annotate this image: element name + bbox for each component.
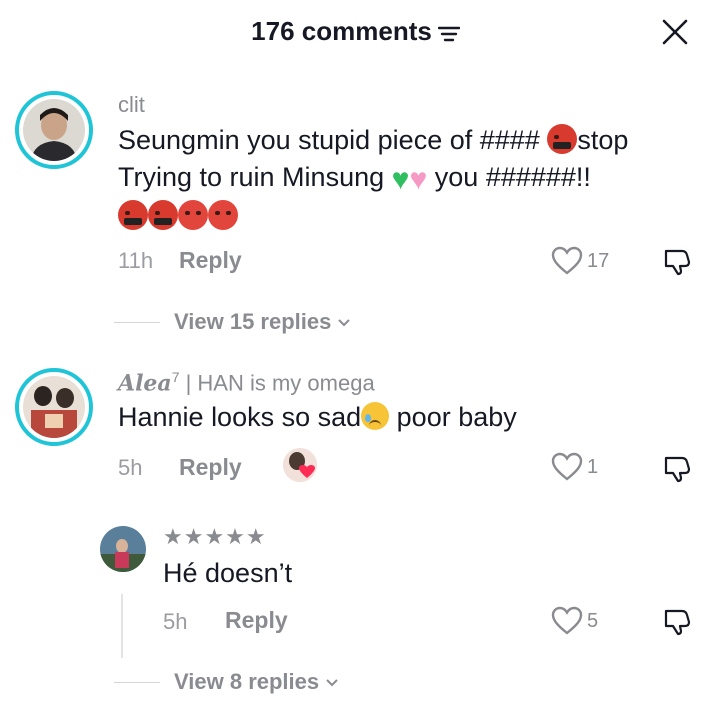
like-button[interactable]: 1 [551,452,598,482]
view-replies-divider [114,321,160,323]
angry-symbols-emoji-icon [547,124,578,154]
avatar[interactable] [15,91,93,169]
comments-sheet: 176 comments clit Seungmin you stupid pi… [0,0,711,711]
angry-symbols-emoji-icon [118,200,148,230]
close-icon[interactable] [660,17,690,47]
angry-symbols-emoji-icon [148,200,178,230]
angry-face-emoji-icon [178,200,208,230]
comment-text-part: Hannie looks so sad [118,402,362,432]
comment-time: 11h [118,248,154,273]
comment-text-part: Trying to ruin Minsung [118,162,385,192]
comment-username[interactable]: clit [118,92,145,118]
sad-tear-emoji-icon [361,402,390,430]
view-replies-divider [114,681,160,683]
view-replies-button[interactable]: View 15 replies [114,309,351,335]
comment-text-part: you ######!! [434,162,591,192]
heart-outline-icon [551,452,583,481]
creator-liked-badge-icon [283,448,317,482]
comment-text-part: stop [577,125,629,155]
chevron-down-icon [326,679,338,687]
avatar-image [23,99,85,161]
comment-text: Hannie looks so sad poor baby [118,399,517,436]
dislike-icon[interactable] [662,247,692,277]
chevron-down-icon [338,319,351,327]
avatar[interactable] [100,526,146,572]
green-heart-icon: ♥ [391,163,410,196]
header-title-group: 176 comments [0,16,711,47]
view-replies-label: View 15 replies [174,309,332,334]
avatar-image [23,376,85,438]
pink-heart-icon: ♥ [409,163,428,196]
like-count: 17 [587,249,610,272]
filter-icon[interactable] [437,24,460,44]
dislike-icon[interactable] [662,607,692,637]
comment-text: Seungmin you stupid piece of #### stop T… [118,122,708,235]
comment-username[interactable]: ★★★★★ [163,524,267,550]
reply-button[interactable]: Reply [179,247,242,274]
username-styled: Alea [118,370,172,397]
view-replies-button[interactable]: View 8 replies [114,669,339,695]
like-button[interactable]: 17 [551,246,609,276]
like-count: 1 [587,455,599,478]
dislike-icon[interactable] [662,454,692,484]
comment-username[interactable]: Alea7 | HAN is my omega [118,369,375,396]
comment-text-part: Seungmin you stupid piece of #### [118,125,540,155]
username-rest: | HAN is my omega [179,370,375,396]
thread-line [121,594,123,658]
comment-text-part: poor baby [389,402,517,432]
avatar[interactable] [15,368,93,446]
like-count: 5 [587,609,599,632]
comment-time: 5h [118,455,143,480]
comment-time: 5h [163,609,188,634]
like-button[interactable]: 5 [551,606,598,636]
heart-outline-icon [551,606,583,635]
comments-count-title: 176 comments [251,16,432,46]
reply-button[interactable]: Reply [225,607,288,634]
angry-face-emoji-icon [208,200,238,230]
reply-button[interactable]: Reply [179,454,242,481]
comments-header: 176 comments [0,0,711,64]
heart-outline-icon [551,246,583,275]
comment-text: Hé doesn’t [163,558,293,588]
view-replies-label: View 8 replies [174,669,320,694]
